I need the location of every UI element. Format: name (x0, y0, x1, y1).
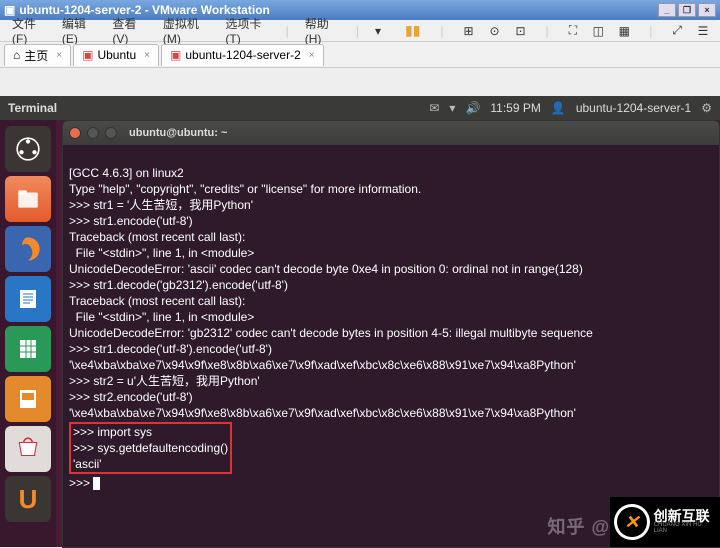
menu-view[interactable]: 查看(V) (106, 13, 152, 48)
menu-separator: | (350, 22, 365, 40)
toolbar-stretch-icon[interactable]: ⤢ (666, 21, 688, 41)
term-line: UnicodeDecodeError: 'ascii' codec can't … (69, 262, 583, 276)
term-line: >>> str1.decode('gb2312').encode('utf-8'… (69, 278, 288, 292)
term-prompt: >>> (69, 476, 93, 490)
term-line: File "<stdin>", line 1, in <module> (69, 246, 254, 260)
ubuntu-desktop: U ubuntu@ubuntu: ~ [GCC 4.6.3] on linux2… (0, 120, 720, 547)
tab-label: 主页 (24, 47, 48, 64)
user-icon: 👤 (551, 101, 566, 115)
toolbar-manage-icon[interactable]: ⊡ (510, 21, 532, 41)
clock[interactable]: 11:59 PM (490, 101, 540, 115)
term-line: >>> str1 = '人生苦短，我用Python' (69, 198, 253, 212)
ubuntu-one-icon[interactable]: U (5, 476, 51, 522)
unity-launcher: U (0, 120, 56, 547)
toolbar-send-keys-icon[interactable]: ⊞ (458, 21, 480, 41)
term-minimize-icon[interactable] (87, 127, 99, 139)
tab-label: ubuntu-1204-server-2 (185, 48, 300, 62)
brand-name: 创新互联 (654, 510, 716, 522)
term-line: '\xe4\xba\xba\xe7\x94\x9f\xe8\x8b\xa6\xe… (69, 406, 576, 420)
calc-icon[interactable] (5, 326, 51, 372)
toolbar-snapshot-icon[interactable]: ⊙ (484, 21, 506, 41)
files-icon[interactable] (5, 176, 51, 222)
term-line: 'ascii' (73, 457, 102, 471)
vm-icon: ▣ (82, 48, 93, 62)
watermark-text: 知乎 @ (547, 513, 610, 539)
brand-logo-icon: ✕ (614, 504, 650, 540)
toolbar-fullscreen-icon[interactable]: ⛶ (563, 21, 584, 41)
sound-icon[interactable]: 🔊 (465, 101, 480, 115)
user-name[interactable]: ubuntu-1204-server-1 (576, 101, 691, 115)
tab-close-icon[interactable]: × (144, 50, 150, 61)
cursor (93, 477, 100, 490)
menu-dropdown[interactable]: ▾ (369, 22, 387, 40)
tab-close-icon[interactable]: × (309, 50, 315, 61)
term-line: >>> import sys (73, 425, 152, 439)
terminal-title: ubuntu@ubuntu: ~ (129, 127, 227, 139)
vm-icon: ▣ (170, 48, 181, 62)
software-center-icon[interactable] (5, 426, 51, 472)
toolbar-unity-icon[interactable]: ◫ (587, 21, 609, 41)
term-line: >>> str2 = u'人生苦短，我用Python' (69, 374, 260, 388)
writer-icon[interactable] (5, 276, 51, 322)
term-line: Traceback (most recent call last): (69, 230, 245, 244)
network-icon[interactable]: ▾ (449, 101, 455, 115)
menu-vm[interactable]: 虚拟机(M) (157, 13, 216, 48)
menu-edit[interactable]: 编辑(E) (56, 13, 102, 48)
menu-bar: 文件(F) 编辑(E) 查看(V) 虚拟机(M) 选项卡(T) | 帮助(H) … (0, 20, 720, 42)
menu-separator: | (434, 22, 449, 40)
home-icon: ⌂ (13, 48, 20, 62)
menu-file[interactable]: 文件(F) (6, 13, 52, 48)
term-line: >>> sys.getdefaultencoding() (73, 441, 228, 455)
firefox-icon[interactable] (5, 226, 51, 272)
term-line: File "<stdin>", line 1, in <module> (69, 310, 254, 324)
vm-viewport[interactable]: Terminal ✉ ▾ 🔊 11:59 PM 👤 ubuntu-1204-se… (0, 96, 720, 547)
brand-badge: ✕ 创新互联 CHUANG XIN HU LIAN (610, 497, 720, 547)
term-line: Type "help", "copyright", "credits" or "… (69, 182, 421, 196)
toolbar-thumbnail-icon[interactable]: ▦ (613, 21, 635, 41)
menu-separator: | (643, 22, 658, 40)
menu-help[interactable]: 帮助(H) (299, 13, 346, 48)
impress-icon[interactable] (5, 376, 51, 422)
term-line: [GCC 4.6.3] on linux2 (69, 166, 184, 180)
terminal-body[interactable]: [GCC 4.6.3] on linux2 Type "help", "copy… (63, 145, 719, 511)
minimize-button[interactable]: _ (658, 3, 676, 17)
menu-separator: | (540, 22, 555, 40)
term-line: '\xe4\xba\xba\xe7\x94\x9f\xe8\x8b\xa6\xe… (69, 358, 576, 372)
tab-bar: ⌂ 主页 × ▣ Ubuntu × ▣ ubuntu-1204-server-2… (0, 42, 720, 68)
menu-tabs[interactable]: 选项卡(T) (219, 13, 275, 48)
term-line: >>> str2.encode('utf-8') (69, 390, 193, 404)
term-line: >>> str1.decode('utf-8').encode('utf-8') (69, 342, 272, 356)
maximize-button[interactable]: ❐ (678, 3, 696, 17)
toolbar-library-icon[interactable]: ☰ (692, 21, 714, 41)
mail-icon[interactable]: ✉ (429, 101, 439, 115)
menu-separator: | (280, 22, 295, 40)
highlighted-block: >>> import sys >>> sys.getdefaultencodin… (69, 422, 232, 474)
toolbar-pause-icon[interactable]: ▮▮ (399, 20, 426, 41)
gear-icon[interactable]: ⚙ (701, 101, 712, 115)
tab-ubuntu-server-2[interactable]: ▣ ubuntu-1204-server-2 × (161, 44, 324, 66)
tab-close-icon[interactable]: × (56, 50, 62, 61)
term-line: Traceback (most recent call last): (69, 294, 245, 308)
ubuntu-top-panel: Terminal ✉ ▾ 🔊 11:59 PM 👤 ubuntu-1204-se… (0, 96, 720, 120)
term-maximize-icon[interactable] (105, 127, 117, 139)
term-close-icon[interactable] (69, 127, 81, 139)
dash-icon[interactable] (5, 126, 51, 172)
tab-label: Ubuntu (97, 48, 136, 62)
close-button[interactable]: × (698, 3, 716, 17)
terminal-window[interactable]: ubuntu@ubuntu: ~ [GCC 4.6.3] on linux2 T… (62, 120, 720, 548)
tab-home[interactable]: ⌂ 主页 × (4, 44, 71, 66)
term-line: UnicodeDecodeError: 'gb2312' codec can't… (69, 326, 593, 340)
active-app-label: Terminal (8, 101, 57, 115)
tab-ubuntu[interactable]: ▣ Ubuntu × (73, 44, 159, 66)
terminal-titlebar[interactable]: ubuntu@ubuntu: ~ (63, 121, 719, 145)
term-line: >>> str1.encode('utf-8') (69, 214, 193, 228)
